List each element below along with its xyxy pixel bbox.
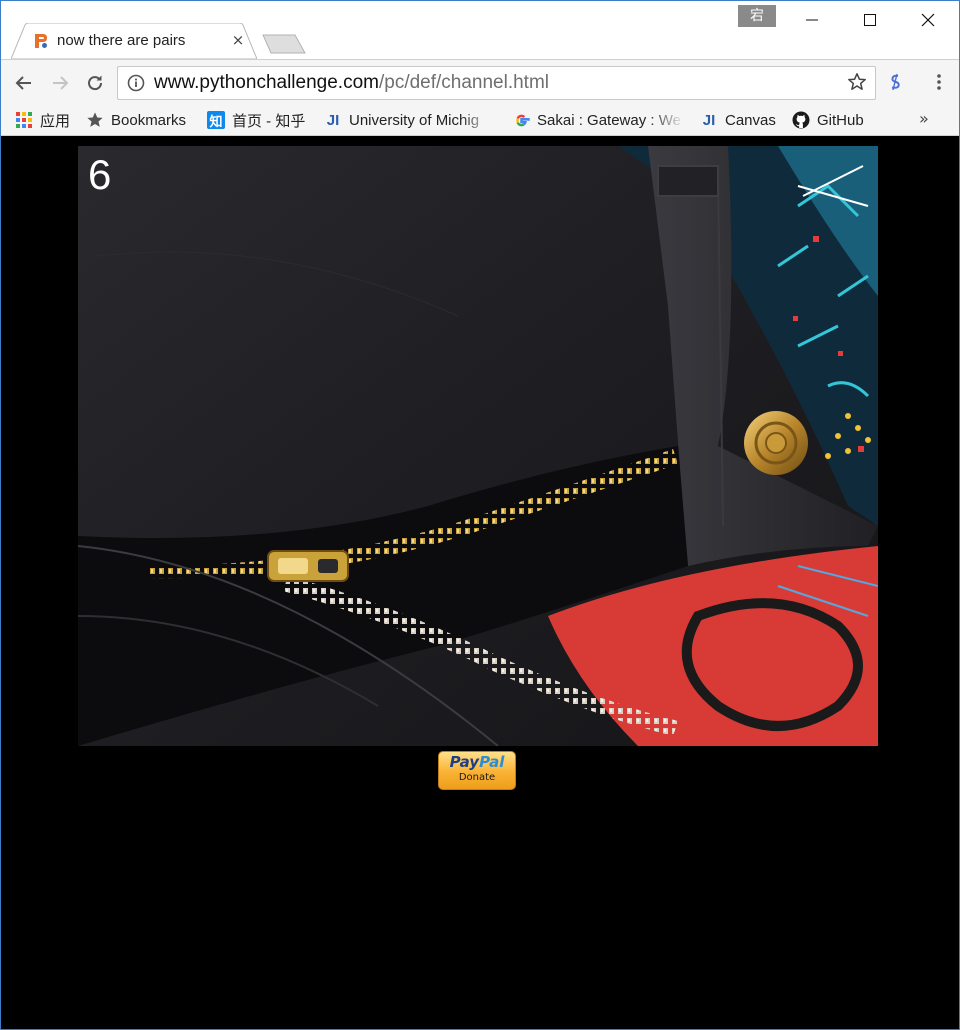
bookmark-label: 应用 <box>40 112 71 130</box>
tab-active[interactable]: now there are pairs × <box>11 23 257 59</box>
close-icon <box>921 13 935 27</box>
donate-label: Donate <box>458 772 496 783</box>
bookmark-label: University of Michig <box>349 111 480 129</box>
paypal-logo: PayPal <box>439 754 515 771</box>
info-icon[interactable] <box>127 74 145 92</box>
bookmarks-bar: 应用 Bookmarks 知 首页 - 知乎 JI University of … <box>1 105 959 136</box>
ji-icon: JI <box>702 111 716 129</box>
zhihu-icon: 知 <box>207 111 225 129</box>
browser-window: now there are pairs × 宕 www.pythonchalle… <box>0 0 960 1030</box>
bookmark-label: Canvas <box>725 111 776 129</box>
bookmark-sakai[interactable]: Sakai : Gateway : We <box>512 108 684 132</box>
tab-close-icon[interactable]: × <box>229 31 247 49</box>
level-number: 6 <box>88 151 112 198</box>
bookmark-zhihu[interactable]: 知 首页 - 知乎 <box>207 108 305 132</box>
bookmark-umich[interactable]: JI University of Michig <box>324 108 494 132</box>
minimize-icon <box>806 19 818 21</box>
bookmark-apps[interactable]: 应用 <box>15 108 70 132</box>
url-path: /pc/def/channel.html <box>378 72 550 93</box>
pythonchallenge-favicon-icon <box>35 34 47 48</box>
bookmark-label: GitHub <box>817 111 864 129</box>
bookmark-star-icon[interactable] <box>847 72 867 92</box>
github-icon <box>792 111 810 129</box>
forward-button[interactable] <box>45 68 75 98</box>
browser-toolbar: www.pythonchallenge.com/pc/def/channel.h… <box>1 59 959 106</box>
bookmark-bookmarks[interactable]: Bookmarks <box>86 108 186 132</box>
bookmarks-overflow-icon[interactable]: » <box>919 109 929 128</box>
bookmark-canvas[interactable]: JI Canvas <box>700 108 776 132</box>
star-icon <box>86 111 104 129</box>
maximize-button[interactable] <box>841 1 899 39</box>
paypal-donate-button[interactable]: PayPal Donate <box>438 751 516 790</box>
page-content: 6 PayPal Donate <box>1 136 959 1029</box>
new-tab-button[interactable] <box>261 33 307 55</box>
back-button[interactable] <box>9 68 39 98</box>
minimize-button[interactable] <box>783 1 841 39</box>
bookmark-label: Bookmarks <box>111 111 187 129</box>
reload-button[interactable] <box>80 68 110 98</box>
tab-title: now there are pairs <box>57 32 186 49</box>
paypal-logo-pal: Pal <box>479 753 505 771</box>
bookmark-label: 首页 - 知乎 <box>232 112 306 130</box>
menu-icon[interactable] <box>929 72 949 92</box>
close-window-button[interactable] <box>899 1 957 39</box>
address-bar[interactable]: www.pythonchallenge.com/pc/def/channel.h… <box>117 66 876 100</box>
url-host: www.pythonchallenge.com <box>154 72 379 93</box>
forward-arrow-icon <box>53 76 69 90</box>
apps-grid-icon <box>15 111 33 129</box>
bookmark-github[interactable]: GitHub <box>792 108 864 132</box>
google-icon <box>512 111 530 129</box>
extension-icon[interactable] <box>885 72 905 92</box>
ji-icon: JI <box>326 111 340 129</box>
zipper-image[interactable] <box>78 146 878 746</box>
maximize-icon <box>864 14 876 26</box>
reload-icon <box>88 75 103 91</box>
ime-indicator: 宕 <box>738 5 776 27</box>
back-arrow-icon <box>15 76 31 90</box>
url-text: www.pythonchallenge.com/pc/def/channel.h… <box>154 72 549 94</box>
tab-strip: now there are pairs × 宕 <box>1 1 959 59</box>
paypal-logo-pay: Pay <box>449 753 480 771</box>
bookmark-label: Sakai : Gateway : We <box>537 111 681 129</box>
